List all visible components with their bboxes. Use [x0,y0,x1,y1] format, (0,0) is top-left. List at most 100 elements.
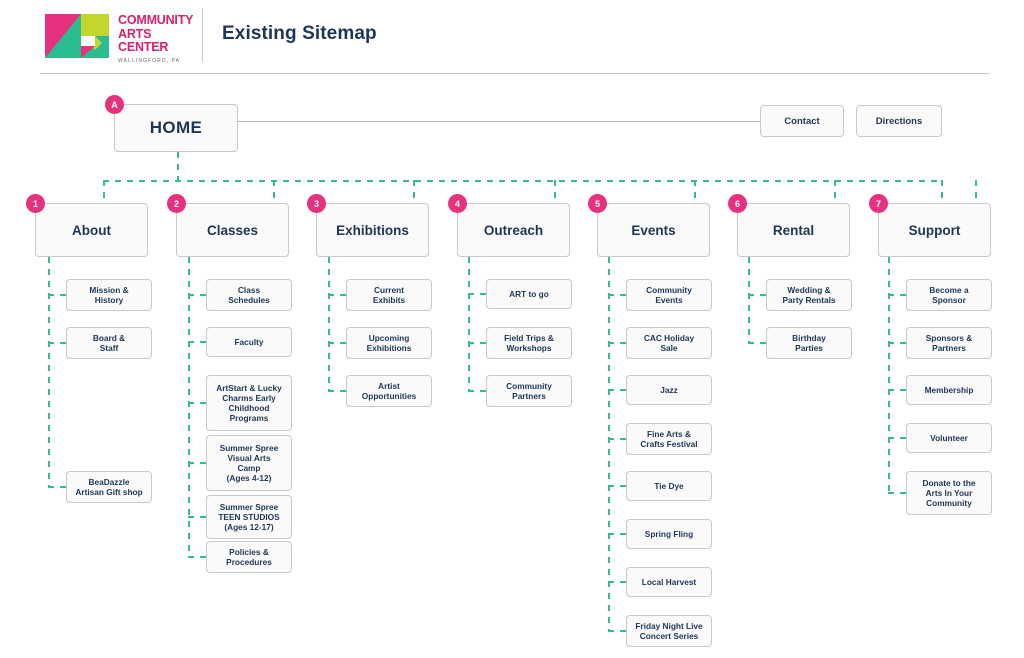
child-node-label: Mission & History [89,285,129,305]
home-node[interactable]: HOME [114,104,238,152]
child-node-label: Volunteer [930,433,968,443]
utility-node-contact[interactable]: Contact [760,105,844,137]
child-node[interactable]: Birthday Parties [766,327,852,359]
child-node[interactable]: Volunteer [906,423,992,453]
child-node[interactable]: ArtStart & Lucky Charms Early Childhood Pro… [206,375,292,431]
section-badge-outreach: 4 [448,194,467,213]
child-node[interactable]: Local Harvest [626,567,712,597]
connector-vertical [273,180,275,203]
section-node-events[interactable]: Events [597,203,710,257]
child-node[interactable]: Spring Fling [626,519,712,549]
child-node[interactable]: CAC Holiday Sale [626,327,712,359]
child-node[interactable]: BeaDazzle Artisan Gift shop [66,471,152,503]
connector-vertical [834,180,836,203]
child-node[interactable]: Policies & Procedures [206,540,292,573]
child-node[interactable]: Wedding & Party Rentals [766,279,852,311]
child-node[interactable]: Become a Sponsor [906,279,992,311]
connector-horizontal [188,555,206,558]
connector-horizontal [48,294,66,296]
connector-horizontal [48,342,66,344]
child-node-label: Fine Arts & Crafts Festival [640,429,698,449]
child-node-label: Artist Opportunities [361,381,417,401]
child-node-label: Current Exhibits [372,285,406,305]
connector-horizontal [188,402,206,404]
section-badge-exhibitions: 3 [307,194,326,213]
child-node[interactable]: Friday Night Live Concert Series [626,615,712,647]
section-node-outreach[interactable]: Outreach [457,203,570,257]
connector-horizontal [188,516,206,518]
connector-vertical [177,152,179,180]
child-node[interactable]: Summer Spree TEEN STUDIOS (Ages 12-17) [206,495,292,539]
child-node[interactable]: Sponsors & Partners [906,327,992,359]
connector-vertical [975,180,977,203]
connector-horizontal [888,294,906,296]
child-node-label: BeaDazzle Artisan Gift shop [75,477,143,497]
home-badge: A [105,95,124,114]
child-node-label: Sponsors & Partners [925,333,973,353]
connector-horizontal [608,485,626,487]
child-node-label: Field Trips & Workshops [504,333,554,353]
child-node[interactable]: Summer Spree Visual Arts Camp (Ages 4-12) [206,435,292,491]
connector-vertical [888,257,890,493]
child-node[interactable]: Community Events [626,279,712,311]
section-node-exhibitions[interactable]: Exhibitions [316,203,429,257]
child-node[interactable]: Membership [906,375,992,405]
child-node[interactable]: Mission & History [66,279,152,311]
section-node-support[interactable]: Support [878,203,991,257]
connector-horizontal [608,630,626,632]
child-node[interactable]: Fine Arts & Crafts Festival [626,423,712,455]
child-node[interactable]: Current Exhibits [346,279,432,311]
section-node-classes[interactable]: Classes [176,203,289,257]
home-node-label: HOME [149,118,203,137]
section-node-rental[interactable]: Rental [737,203,850,257]
connector-horizontal [468,390,486,392]
section-badge-about: 1 [26,194,45,213]
child-node-label: Community Partners [506,381,552,401]
utility-node-directions[interactable]: Directions [856,105,942,137]
connector-horizontal [468,293,486,295]
connector-horizontal [608,342,626,344]
utility-connector-line [238,121,760,122]
utility-node-directions-label: Directions [875,115,923,127]
child-node-label: ART to go [509,289,549,299]
connector-horizontal [608,389,626,391]
section-node-about[interactable]: About [35,203,148,257]
child-node-label: Jazz [660,385,678,395]
child-node[interactable]: Tie Dye [626,471,712,501]
child-node[interactable]: Class Schedules [206,279,292,311]
connector-horizontal [328,390,346,392]
child-node[interactable]: Faculty [206,327,292,357]
connector-horizontal [888,492,906,494]
connector-vertical [103,180,105,203]
child-node[interactable]: Artist Opportunities [346,375,432,407]
child-node[interactable]: Donate to the Arts In Your Community [906,471,992,515]
connector-horizontal [748,294,766,296]
child-node-label: Donate to the Arts In Your Community [922,478,976,508]
child-node-label: CAC Holiday Sale [643,333,695,353]
child-node-label: Membership [924,385,974,395]
section-node-rental-label: Rental [772,222,815,238]
section-node-events-label: Events [631,222,676,238]
child-node[interactable]: ART to go [486,279,572,309]
connector-vertical [694,180,696,203]
connector-horizontal [103,180,941,182]
connector-vertical [554,180,556,203]
page-title: Existing Sitemap [222,23,377,44]
connector-vertical [188,257,190,557]
child-node-label: Board & Staff [92,333,126,353]
child-node-label: Summer Spree Visual Arts Camp (Ages 4-12) [219,443,279,483]
header-vertical-divider [202,8,203,62]
section-badge-events: 5 [588,194,607,213]
connector-horizontal [608,581,626,583]
child-node[interactable]: Board & Staff [66,327,152,359]
section-node-exhibitions-label: Exhibitions [336,222,409,238]
child-node[interactable]: Jazz [626,375,712,405]
section-badge-support: 7 [869,194,888,213]
child-node[interactable]: Upcoming Exhibitions [346,327,432,359]
connector-horizontal [468,342,486,344]
child-node-label: Wedding & Party Rentals [782,285,836,305]
connector-vertical [468,257,470,391]
child-node[interactable]: Field Trips & Workshops [486,327,572,359]
child-node-label: Become a Sponsor [929,285,969,305]
child-node[interactable]: Community Partners [486,375,572,407]
